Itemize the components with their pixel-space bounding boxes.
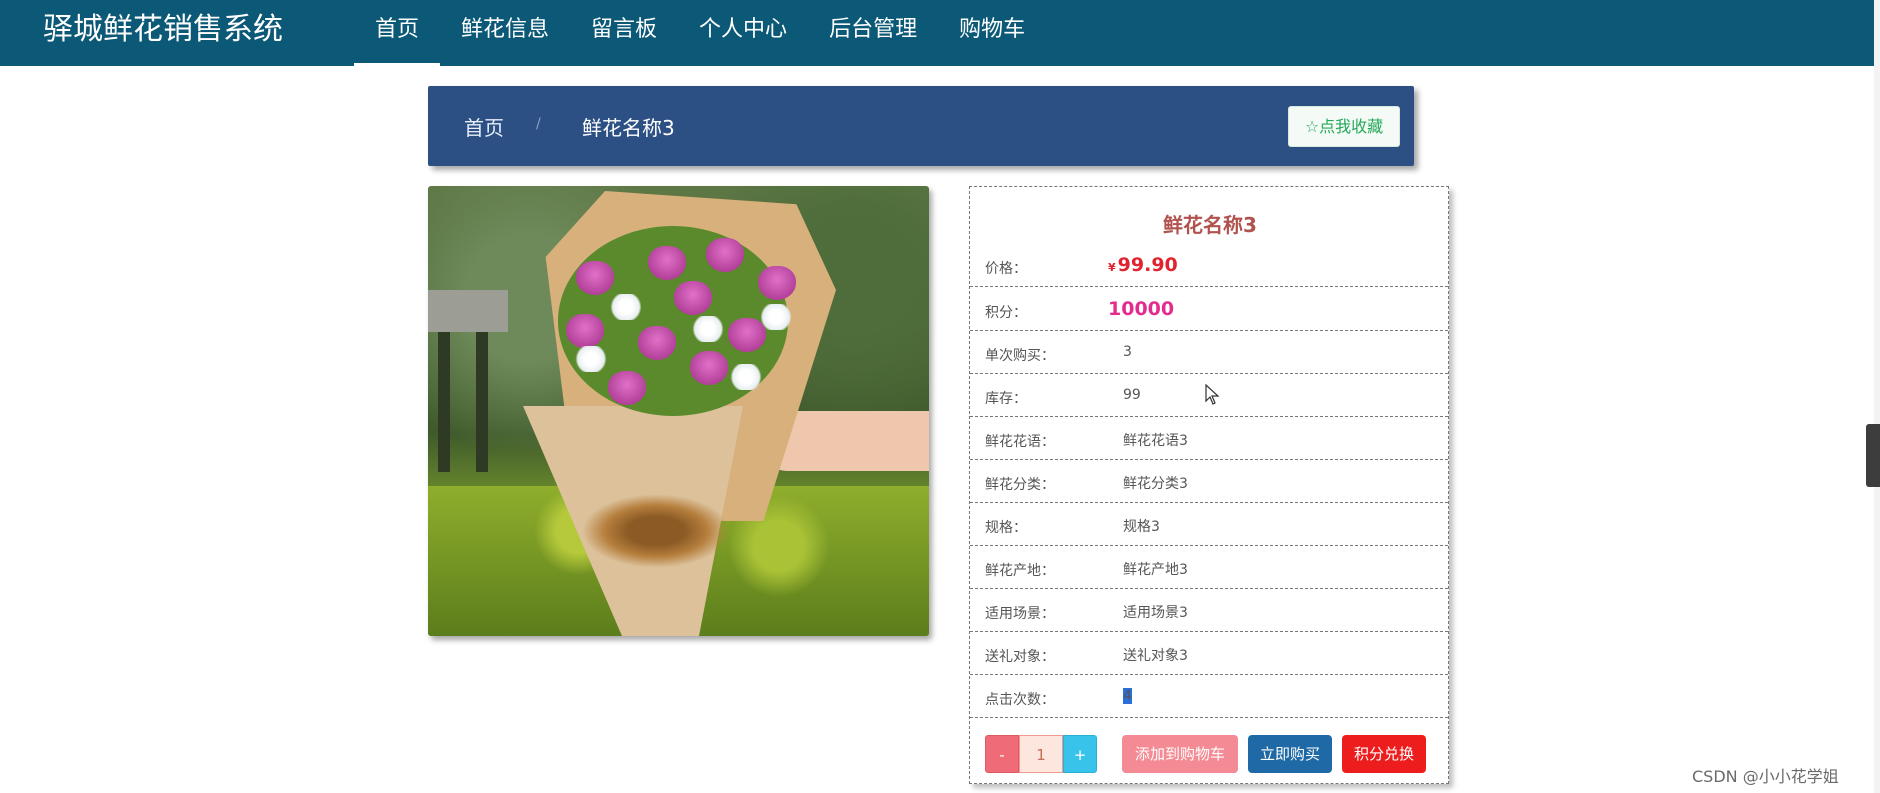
photo-tulip [576, 261, 614, 295]
points-exchange-button[interactable]: 积分兑换 [1342, 735, 1426, 773]
detail-label: 送礼对象： [985, 649, 1055, 665]
detail-value: 适用场景3 [1123, 605, 1188, 621]
photo-post [438, 332, 450, 472]
photo-babys-breath [573, 346, 609, 372]
price-value: ¥99.90 [1108, 254, 1178, 276]
detail-row: 鲜花分类： 鲜花分类3 [970, 460, 1448, 503]
photo-babys-breath [608, 294, 644, 320]
quantity-decrement-button[interactable]: - [985, 735, 1019, 773]
photo-tulip [758, 266, 796, 300]
site-title: 驿城鲜花销售系统 [43, 12, 283, 47]
photo-tulip [608, 371, 646, 405]
detail-label: 鲜花产地： [985, 563, 1055, 579]
detail-value: 99 [1123, 387, 1141, 403]
photo-bench [428, 290, 508, 332]
product-title: 鲜花名称3 [1163, 213, 1257, 237]
photo-babys-breath [758, 304, 794, 330]
buy-now-button[interactable]: 立即购买 [1248, 735, 1332, 773]
breadcrumb: 首页 / 鲜花名称3 ☆点我收藏 [428, 86, 1414, 166]
breadcrumb-home-link[interactable]: 首页 [464, 112, 504, 141]
nav-item-admin[interactable]: 后台管理 [808, 0, 938, 66]
detail-label: 鲜花分类： [985, 477, 1055, 493]
quantity-input[interactable]: 1 [1019, 735, 1063, 773]
detail-label: 单次购买： [985, 348, 1055, 364]
photo-tulip [706, 238, 744, 272]
detail-value: 规格3 [1123, 519, 1160, 535]
detail-row: 鲜花产地： 鲜花产地3 [970, 546, 1448, 589]
main-nav: 首页 鲜花信息 留言板 个人中心 后台管理 购物车 [354, 0, 1046, 66]
detail-value: 送礼对象3 [1123, 648, 1188, 664]
star-outline-icon: ☆ [1304, 117, 1320, 136]
photo-ribbon-bow [576, 491, 736, 571]
photo-tulip [566, 314, 604, 348]
detail-row: 点击次数： 4 [970, 675, 1448, 718]
favorite-button[interactable]: ☆点我收藏 [1288, 106, 1400, 147]
points-label: 积分： [985, 305, 1027, 321]
price-row: 价格： ¥99.90 [970, 244, 1448, 287]
detail-label: 规格： [985, 520, 1027, 536]
breadcrumb-current: 鲜花名称3 [582, 116, 675, 140]
nav-item-flowers[interactable]: 鲜花信息 [440, 0, 570, 66]
nav-item-cart[interactable]: 购物车 [938, 0, 1046, 66]
detail-row: 适用场景： 适用场景3 [970, 589, 1448, 632]
nav-item-message-board[interactable]: 留言板 [570, 0, 678, 66]
nav-item-home[interactable]: 首页 [354, 0, 441, 66]
detail-row: 送礼对象： 送礼对象3 [970, 632, 1448, 675]
detail-label: 库存： [985, 391, 1027, 407]
favorite-button-label: 点我收藏 [1319, 117, 1384, 136]
watermark: CSDN @小小花学姐 [1692, 767, 1839, 786]
top-navbar: 驿城鲜花销售系统 首页 鲜花信息 留言板 个人中心 后台管理 购物车 [0, 0, 1874, 66]
detail-row: 单次购买： 3 [970, 331, 1448, 374]
photo-tulip [690, 351, 728, 385]
price-amount: 99.90 [1117, 254, 1178, 276]
product-details-panel: 鲜花名称3 价格： ¥99.90 积分： 10000 单次购买： 3 库存： 9… [969, 186, 1449, 784]
detail-value: 鲜花产地3 [1123, 562, 1188, 578]
quantity-increment-button[interactable]: + [1063, 735, 1097, 773]
photo-tulip [648, 246, 686, 280]
detail-row: 鲜花花语： 鲜花花语3 [970, 417, 1448, 460]
points-row: 积分： 10000 [970, 288, 1448, 331]
photo-post [476, 332, 488, 472]
price-label: 价格： [985, 261, 1027, 277]
points-value: 10000 [1108, 298, 1175, 320]
detail-value: 3 [1123, 344, 1132, 360]
detail-label: 点击次数： [985, 692, 1055, 708]
photo-tulip [674, 281, 712, 315]
breadcrumb-separator: / [536, 116, 541, 132]
detail-label: 适用场景： [985, 606, 1055, 622]
photo-babys-breath [690, 316, 726, 342]
side-drawer-handle[interactable] [1866, 424, 1880, 487]
nav-item-profile[interactable]: 个人中心 [678, 0, 808, 66]
detail-value: 鲜花花语3 [1123, 433, 1188, 449]
click-count-value: 4 [1123, 688, 1132, 704]
product-image [428, 186, 929, 636]
photo-tulip [638, 326, 676, 360]
scrollbar[interactable] [1874, 0, 1880, 793]
detail-label: 鲜花花语： [985, 434, 1055, 450]
currency-symbol: ¥ [1108, 261, 1116, 274]
detail-row: 规格： 规格3 [970, 503, 1448, 546]
purchase-controls: - 1 + 添加到购物车 立即购买 积分兑换 [970, 735, 1450, 783]
photo-babys-breath [728, 364, 764, 390]
add-to-cart-button[interactable]: 添加到购物车 [1122, 735, 1238, 773]
detail-value: 鲜花分类3 [1123, 476, 1188, 492]
